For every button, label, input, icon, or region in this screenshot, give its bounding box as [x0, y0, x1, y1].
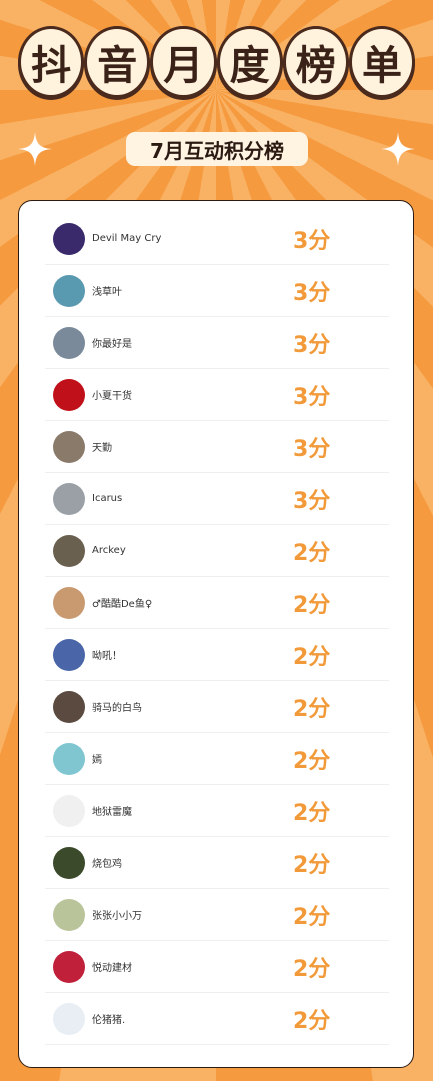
- user-name: 嫣: [92, 755, 102, 766]
- list-item[interactable]: Devil May Cry 3分: [45, 213, 389, 265]
- list-item[interactable]: 伦猪猪. 2分: [45, 993, 389, 1045]
- user-name: 浅草叶: [92, 287, 122, 298]
- user-name: 伦猪猪.: [92, 1015, 126, 1026]
- score-value: 2分: [293, 956, 331, 982]
- avatar[interactable]: [53, 326, 85, 359]
- page-title: 抖 音 月 度 榜 单: [18, 26, 416, 100]
- score-value: 2分: [293, 748, 331, 774]
- avatar[interactable]: [53, 222, 85, 255]
- list-item[interactable]: 张张小小万 2分: [45, 889, 389, 941]
- score-value: 2分: [293, 1008, 331, 1034]
- avatar[interactable]: [53, 1002, 85, 1035]
- list-item[interactable]: 嫣 2分: [45, 733, 389, 785]
- avatar[interactable]: [53, 794, 85, 827]
- avatar[interactable]: [53, 898, 85, 931]
- score-value: 2分: [293, 644, 331, 670]
- title-char: 度: [216, 26, 283, 98]
- user-name: 呦吼！: [92, 651, 122, 662]
- list-item[interactable]: 天勤 3分: [45, 421, 389, 473]
- score-value: 3分: [293, 488, 331, 514]
- title-char: 月: [150, 26, 217, 98]
- score-value: 2分: [293, 696, 331, 722]
- list-item[interactable]: 烧包鸡 2分: [45, 837, 389, 889]
- user-name: 张张小小万: [92, 911, 142, 922]
- score-value: 2分: [293, 540, 331, 566]
- user-name: Icarus: [92, 493, 123, 504]
- avatar[interactable]: [53, 586, 85, 619]
- avatar[interactable]: [53, 690, 85, 723]
- list-item[interactable]: 呦吼！ 2分: [45, 629, 389, 681]
- user-name: 烧包鸡: [92, 859, 122, 870]
- title-char: 抖: [18, 26, 85, 98]
- avatar[interactable]: [53, 274, 85, 307]
- title-char: 榜: [282, 26, 349, 98]
- sparkle-icon: [381, 132, 415, 166]
- score-value: 3分: [293, 384, 331, 410]
- list-item[interactable]: Arckey 2分: [45, 525, 389, 577]
- score-value: 2分: [293, 852, 331, 878]
- avatar[interactable]: [53, 482, 85, 515]
- avatar[interactable]: [53, 638, 85, 671]
- score-value: 3分: [293, 436, 331, 462]
- subtitle-badge: 7月互动积分榜: [126, 132, 308, 166]
- user-name: 悦动建材: [92, 963, 132, 974]
- avatar[interactable]: [53, 742, 85, 775]
- score-value: 2分: [293, 800, 331, 826]
- avatar[interactable]: [53, 950, 85, 983]
- sparkle-icon: [18, 132, 52, 166]
- score-value: 3分: [293, 280, 331, 306]
- score-value: 2分: [293, 904, 331, 930]
- leaderboard-list: Devil May Cry 3分 浅草叶 3分 你最好是 3分 小夏干货 3分 天勤 3分 Icar…: [45, 213, 389, 1045]
- list-item[interactable]: 你最好是 3分: [45, 317, 389, 369]
- user-name: ♂酷酷De鱼♀: [92, 599, 153, 610]
- list-item[interactable]: 悦动建材 2分: [45, 941, 389, 993]
- user-name: 你最好是: [92, 339, 132, 350]
- leaderboard-card: Devil May Cry 3分 浅草叶 3分 你最好是 3分 小夏干货 3分 天勤 3分 Icar…: [18, 200, 414, 1068]
- user-name: 地狱雷魔: [92, 807, 132, 818]
- list-item[interactable]: 地狱雷魔 2分: [45, 785, 389, 837]
- list-item[interactable]: 骑马的白鸟 2分: [45, 681, 389, 733]
- list-item[interactable]: 浅草叶 3分: [45, 265, 389, 317]
- user-name: Devil May Cry: [92, 233, 162, 244]
- avatar[interactable]: [53, 534, 85, 567]
- score-value: 3分: [293, 228, 331, 254]
- user-name: 骑马的白鸟: [92, 703, 142, 714]
- avatar[interactable]: [53, 378, 85, 411]
- user-name: Arckey: [92, 545, 126, 556]
- list-item[interactable]: 小夏干货 3分: [45, 369, 389, 421]
- list-item[interactable]: ♂酷酷De鱼♀ 2分: [45, 577, 389, 629]
- avatar[interactable]: [53, 846, 85, 879]
- user-name: 天勤: [92, 443, 112, 454]
- title-char: 音: [84, 26, 151, 98]
- list-item[interactable]: Icarus 3分: [45, 473, 389, 525]
- score-value: 2分: [293, 592, 331, 618]
- score-value: 3分: [293, 332, 331, 358]
- title-char: 单: [348, 26, 416, 98]
- avatar[interactable]: [53, 430, 85, 463]
- user-name: 小夏干货: [92, 391, 132, 402]
